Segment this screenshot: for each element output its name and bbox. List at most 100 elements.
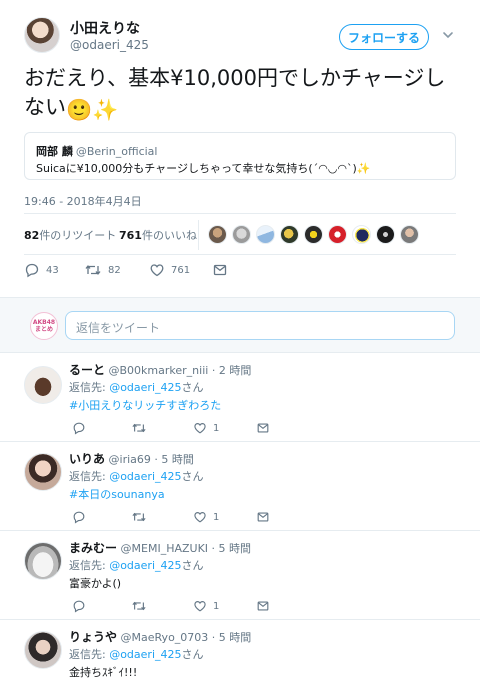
follow-button[interactable]: フォローする bbox=[339, 24, 429, 50]
compose-avatar-line-2: まとめ bbox=[34, 326, 53, 333]
retweet-count: 82 bbox=[108, 264, 121, 276]
reply-icon bbox=[73, 422, 85, 435]
liker-avatar[interactable] bbox=[352, 225, 371, 244]
retweet-stat[interactable]: 82件のリツイート bbox=[24, 227, 116, 243]
dm-button[interactable] bbox=[256, 421, 270, 435]
reply-author-handle[interactable]: @iria69 bbox=[109, 453, 151, 466]
liker-avatar[interactable] bbox=[304, 225, 323, 244]
reply-button[interactable] bbox=[72, 421, 86, 435]
dm-icon bbox=[257, 423, 269, 433]
dm-icon bbox=[257, 601, 269, 611]
reply-author-handle[interactable]: @B00kmarker_niii bbox=[109, 364, 209, 377]
reply-tweet[interactable]: まみむー @MEMI_HAZUKI · 5 時間 返信先: @odaeri_42… bbox=[0, 531, 480, 620]
like-button[interactable]: 761 bbox=[149, 262, 190, 278]
liker-avatar[interactable] bbox=[376, 225, 395, 244]
reply-avatar[interactable] bbox=[24, 453, 62, 491]
compose-avatar[interactable]: AKB48 まとめ bbox=[30, 312, 58, 340]
reply-author-name[interactable]: いりあ bbox=[69, 452, 105, 466]
liker-avatar[interactable] bbox=[328, 225, 347, 244]
reply-body[interactable]: #本日のsounanya bbox=[69, 486, 165, 502]
reply-actions: 1 bbox=[69, 510, 289, 524]
tweet-emojis: 🙂✨ bbox=[66, 98, 119, 122]
like-count: 1 bbox=[213, 422, 220, 434]
like-stat-count: 761 bbox=[119, 229, 142, 242]
retweet-button[interactable] bbox=[131, 421, 147, 435]
reply-to-line: 返信先: @odaeri_425さん bbox=[69, 557, 204, 573]
heart-icon bbox=[150, 264, 164, 277]
reply-to-link[interactable]: @odaeri_425 bbox=[109, 559, 181, 572]
reply-button[interactable]: 43 bbox=[24, 262, 59, 278]
reply-author-name[interactable]: りょうや bbox=[69, 630, 117, 644]
tweet-page: 小田えりな @odaeri_425 フォローする おだえり、基本¥10,000円… bbox=[0, 0, 480, 685]
reply-time[interactable]: 5 時間 bbox=[161, 453, 194, 466]
reply-button[interactable] bbox=[72, 599, 86, 613]
tweet-timestamp[interactable]: 19:46 - 2018年4月4日 bbox=[24, 193, 142, 209]
retweet-stat-count: 82 bbox=[24, 229, 40, 242]
reply-tweet[interactable]: りょうや @MaeRyo_0703 · 5 時間 返信先: @odaeri_42… bbox=[0, 620, 480, 685]
reply-to-suffix: さん bbox=[181, 381, 204, 394]
liker-avatar[interactable] bbox=[232, 225, 251, 244]
reply-to-suffix: さん bbox=[181, 648, 204, 661]
reply-to-link[interactable]: @odaeri_425 bbox=[109, 470, 181, 483]
quote-author-handle: @Berin_official bbox=[75, 145, 158, 158]
reply-time[interactable]: 5 時間 bbox=[219, 542, 252, 555]
liker-avatar[interactable] bbox=[280, 225, 299, 244]
chevron-down-icon[interactable] bbox=[441, 28, 455, 42]
reply-actions: 1 bbox=[69, 421, 289, 435]
quoted-tweet[interactable]: 岡部 麟 @Berin_official Suicaに¥10,000分もチャージし… bbox=[24, 132, 456, 180]
reply-input[interactable]: 返信をツイート bbox=[65, 311, 455, 340]
reply-to-line: 返信先: @odaeri_425さん bbox=[69, 468, 204, 484]
author-name[interactable]: 小田えりな bbox=[70, 18, 140, 38]
reply-to-link[interactable]: @odaeri_425 bbox=[109, 381, 181, 394]
reply-time[interactable]: 5 時間 bbox=[219, 631, 252, 644]
dm-button[interactable] bbox=[256, 599, 270, 613]
dm-button[interactable] bbox=[256, 510, 270, 524]
reply-author-name[interactable]: るーと bbox=[69, 363, 105, 377]
reply-to-link[interactable]: @odaeri_425 bbox=[109, 648, 181, 661]
reply-button[interactable] bbox=[72, 510, 86, 524]
like-button[interactable]: 1 bbox=[193, 599, 219, 613]
reply-header: るーと @B00kmarker_niii · 2 時間 bbox=[69, 363, 252, 377]
liker-avatar[interactable] bbox=[208, 225, 227, 244]
author-avatar[interactable] bbox=[24, 17, 60, 53]
reply-to-prefix: 返信先: bbox=[69, 381, 110, 394]
retweet-button[interactable] bbox=[131, 599, 147, 613]
reply-icon bbox=[73, 600, 85, 613]
like-count: 761 bbox=[171, 264, 191, 276]
reply-tweet[interactable]: るーと @B00kmarker_niii · 2 時間 返信先: @odaeri… bbox=[0, 353, 480, 442]
author-handle[interactable]: @odaeri_425 bbox=[70, 38, 149, 52]
reply-to-prefix: 返信先: bbox=[69, 470, 110, 483]
like-button[interactable]: 1 bbox=[193, 421, 219, 435]
reply-tweet[interactable]: いりあ @iria69 · 5 時間 返信先: @odaeri_425さん #本… bbox=[0, 442, 480, 531]
reply-body[interactable]: #小田えりなリッチすぎわろた bbox=[69, 397, 221, 413]
retweet-button[interactable]: 82 bbox=[84, 262, 121, 278]
reply-to-suffix: さん bbox=[181, 470, 204, 483]
reply-to-line: 返信先: @odaeri_425さん bbox=[69, 646, 204, 662]
stats-divider bbox=[198, 220, 199, 250]
dm-icon bbox=[257, 512, 269, 522]
tweet-header: 小田えりな @odaeri_425 フォローする bbox=[0, 0, 480, 60]
tweet-text: おだえり、基本¥10,000円でしかチャージしない🙂✨ bbox=[24, 64, 464, 125]
reply-header: まみむー @MEMI_HAZUKI · 5 時間 bbox=[69, 541, 252, 555]
reply-author-handle[interactable]: @MEMI_HAZUKI bbox=[121, 542, 209, 555]
reply-avatar[interactable] bbox=[24, 542, 62, 580]
reply-avatar[interactable] bbox=[24, 631, 62, 669]
dm-icon bbox=[213, 264, 227, 276]
like-count: 1 bbox=[213, 511, 220, 523]
reply-header: りょうや @MaeRyo_0703 · 5 時間 bbox=[69, 630, 252, 644]
liker-avatar[interactable] bbox=[400, 225, 419, 244]
retweet-button[interactable] bbox=[131, 510, 147, 524]
retweet-icon bbox=[132, 601, 146, 611]
dm-button[interactable] bbox=[212, 262, 228, 278]
reply-author-name[interactable]: まみむー bbox=[69, 541, 117, 555]
retweet-icon bbox=[132, 423, 146, 433]
reply-to-suffix: さん bbox=[181, 559, 204, 572]
liker-avatar[interactable] bbox=[256, 225, 275, 244]
reply-avatar[interactable] bbox=[24, 366, 62, 404]
reply-time[interactable]: 2 時間 bbox=[219, 364, 252, 377]
like-stat[interactable]: 761件のいいね bbox=[119, 227, 197, 243]
reply-author-handle[interactable]: @MaeRyo_0703 bbox=[121, 631, 209, 644]
quote-author-name: 岡部 麟 bbox=[36, 145, 73, 158]
tweet-stats: 82件のリツイート 761件のいいね bbox=[24, 213, 456, 255]
like-button[interactable]: 1 bbox=[193, 510, 219, 524]
